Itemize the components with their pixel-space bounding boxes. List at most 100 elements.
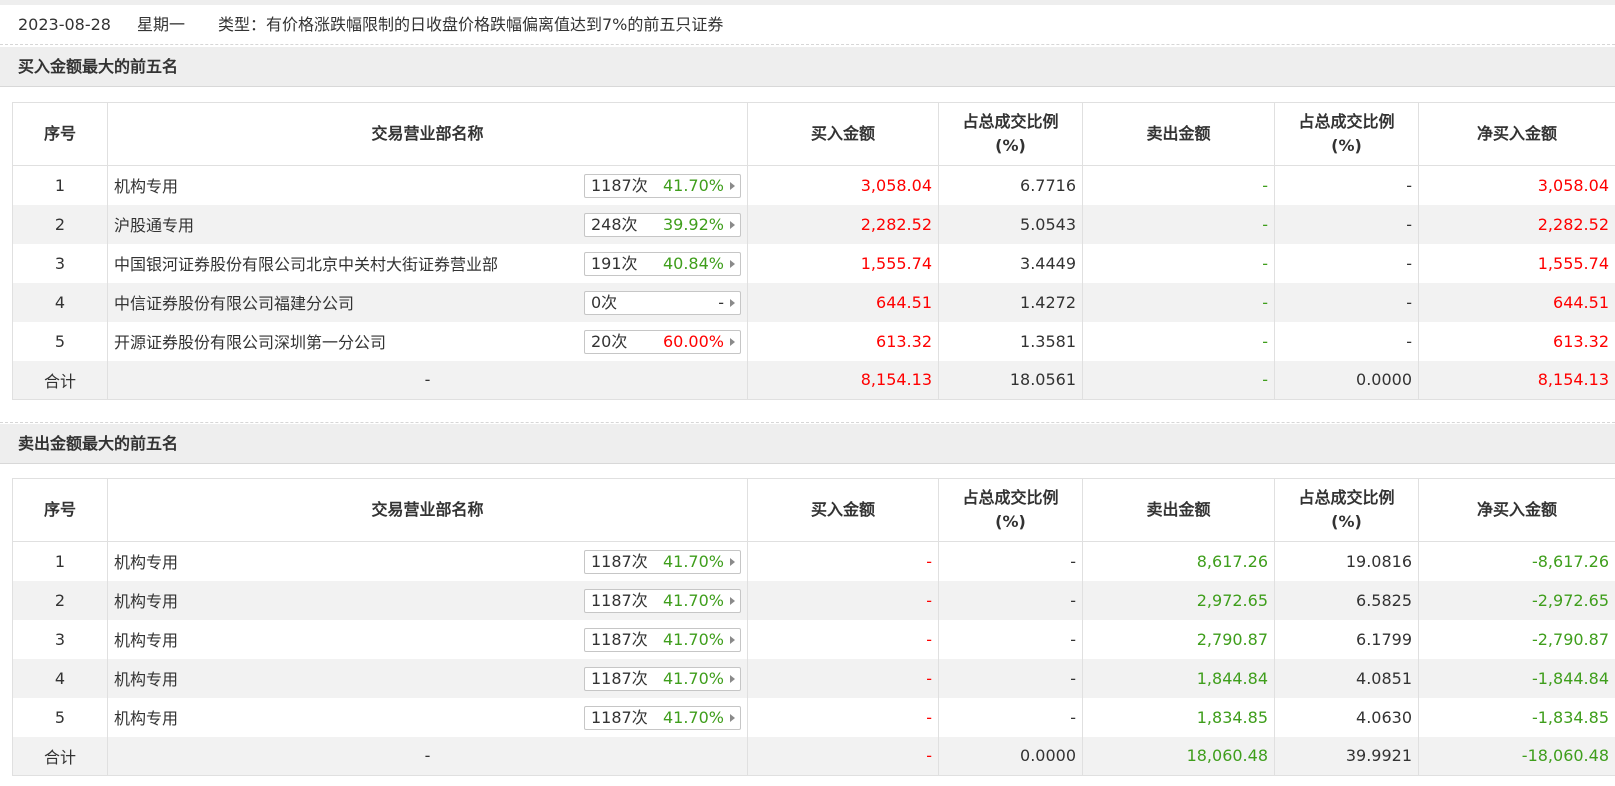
broker-stats-button[interactable]: 1187次 41.70% bbox=[584, 174, 741, 198]
section-divider bbox=[0, 422, 1615, 423]
table-row: 5 机构专用 1187次 41.70% - -1,834.85 4.0630 -1,834.8… bbox=[12, 697, 1615, 737]
broker-name-cell: 沪股通专用 248次 39.92% bbox=[107, 204, 748, 244]
net-amount: -2,972.65 bbox=[1418, 580, 1615, 620]
sell-amount: - bbox=[1082, 321, 1275, 361]
net-amount: 2,282.52 bbox=[1418, 204, 1615, 244]
broker-stats-button[interactable]: 248次 39.92% bbox=[584, 212, 741, 237]
broker-name-cell: 机构专用 1187次 41.70% bbox=[107, 541, 748, 581]
sell-ratio: - bbox=[1274, 243, 1419, 283]
win-rate: 60.00% bbox=[662, 331, 724, 351]
total-name: - bbox=[107, 360, 748, 400]
total-name: - bbox=[107, 736, 748, 776]
col-sell-ratio: 占总成交比例 (%) bbox=[1274, 478, 1419, 542]
col-seq: 序号 bbox=[12, 102, 108, 166]
caret-right-icon bbox=[730, 674, 735, 683]
broker-name-cell: 中信证券股份有限公司福建分公司 0次 - bbox=[107, 282, 748, 322]
broker-name-cell: 中国银河证券股份有限公司北京中关村大街证券营业部 191次 40.84% bbox=[107, 243, 748, 283]
col-sell-ratio: 占总成交比例 (%) bbox=[1274, 102, 1419, 166]
sell-amount: 1,844.84 bbox=[1082, 658, 1275, 698]
buy-amount: 1,555.74 bbox=[747, 243, 939, 283]
col-net: 净买入金额 bbox=[1418, 102, 1615, 166]
sell-amount: 2,790.87 bbox=[1082, 619, 1275, 659]
total-sell: 18,060.48 bbox=[1082, 736, 1275, 776]
sell-amount: - bbox=[1082, 282, 1275, 322]
sell-ratio: - bbox=[1274, 204, 1419, 244]
row-seq: 2 bbox=[12, 204, 108, 244]
buy-ratio: - bbox=[938, 619, 1083, 659]
broker-name-link[interactable]: 机构专用 bbox=[114, 670, 178, 689]
caret-right-icon bbox=[730, 558, 735, 566]
buy-ratio: 3.4449 bbox=[938, 243, 1083, 283]
total-label: 合计 bbox=[12, 360, 108, 400]
total-buy: - bbox=[747, 736, 939, 776]
broker-name-link[interactable]: 沪股通专用 bbox=[114, 216, 194, 235]
col-sell: 卖出金额 bbox=[1082, 102, 1275, 166]
broker-stats-button[interactable]: 1187次 41.70% bbox=[584, 550, 741, 574]
buy-ratio: 1.3581 bbox=[938, 321, 1083, 361]
sell-top5-table: 序号 交易营业部名称 买入金额 占总成交比例 (%) 卖出金额 占总成交比例 (%)… bbox=[12, 478, 1615, 776]
total-sell-ratio: 39.9921 bbox=[1274, 736, 1419, 776]
caret-right-icon bbox=[730, 337, 735, 346]
broker-name-link[interactable]: 机构专用 bbox=[114, 592, 178, 611]
net-amount: -2,790.87 bbox=[1418, 619, 1615, 659]
broker-name-link[interactable]: 开源证券股份有限公司深圳第一分公司 bbox=[114, 333, 386, 352]
broker-name-link[interactable]: 中信证券股份有限公司福建分公司 bbox=[114, 294, 354, 313]
buy-section-title: 买入金额最大的前五名 bbox=[0, 47, 1615, 87]
sell-ratio: 4.0630 bbox=[1274, 697, 1419, 737]
win-rate: 41.70% bbox=[662, 629, 724, 649]
buy-amount: 3,058.04 bbox=[747, 165, 939, 205]
broker-name-link[interactable]: 机构专用 bbox=[114, 553, 178, 572]
broker-stats-button[interactable]: 0次 - bbox=[584, 290, 741, 315]
row-seq: 5 bbox=[12, 697, 108, 737]
weekday: 星期一 bbox=[137, 15, 186, 34]
buy-amount: 613.32 bbox=[747, 321, 939, 361]
total-row: 合计 - -0.0000 18,060.48 39.9921 -18,060.48 bbox=[12, 736, 1615, 776]
listing-count: 1187次 bbox=[591, 590, 648, 610]
sell-ratio: 19.0816 bbox=[1274, 541, 1419, 581]
table-header-row: 序号 交易营业部名称 买入金额 占总成交比例 (%) 卖出金额 占总成交比例 (%)… bbox=[12, 102, 1615, 166]
broker-name-link[interactable]: 机构专用 bbox=[114, 177, 178, 196]
net-amount: -1,844.84 bbox=[1418, 658, 1615, 698]
col-name: 交易营业部名称 bbox=[107, 102, 748, 166]
listing-count: 1187次 bbox=[591, 668, 648, 688]
win-rate: 41.70% bbox=[662, 707, 724, 727]
list-type: 类型：有价格涨跌幅限制的日收盘价格跌幅偏离值达到7%的前五只证券 bbox=[218, 15, 724, 34]
sell-amount: 2,972.65 bbox=[1082, 580, 1275, 620]
broker-stats-button[interactable]: 1187次 41.70% bbox=[584, 705, 741, 730]
sell-ratio: 6.1799 bbox=[1274, 619, 1419, 659]
total-sell-ratio: 0.0000 bbox=[1274, 360, 1419, 400]
net-amount: -8,617.26 bbox=[1418, 541, 1615, 581]
col-buy: 买入金额 bbox=[747, 478, 939, 542]
buy-amount: - bbox=[747, 658, 939, 698]
broker-name-link[interactable]: 机构专用 bbox=[114, 709, 178, 728]
table-row: 1 机构专用 1187次 41.70% 3,058.04 6.7716- -3,058.04 bbox=[12, 165, 1615, 205]
broker-name-cell: 机构专用 1187次 41.70% bbox=[107, 165, 748, 205]
sell-ratio: - bbox=[1274, 165, 1419, 205]
sell-ratio: - bbox=[1274, 321, 1419, 361]
total-row: 合计 -8,154.13 18.0561-0.0000 8,154.13 bbox=[12, 360, 1615, 400]
broker-name-link[interactable]: 机构专用 bbox=[114, 631, 178, 650]
buy-ratio: - bbox=[938, 658, 1083, 698]
broker-stats-button[interactable]: 191次 40.84% bbox=[584, 251, 741, 276]
row-seq: 4 bbox=[12, 282, 108, 322]
caret-right-icon bbox=[730, 182, 735, 190]
row-seq: 1 bbox=[12, 541, 108, 581]
buy-amount: - bbox=[747, 580, 939, 620]
net-amount: 613.32 bbox=[1418, 321, 1615, 361]
broker-name-link[interactable]: 中国银河证券股份有限公司北京中关村大街证券营业部 bbox=[114, 255, 498, 274]
win-rate: 41.70% bbox=[662, 552, 724, 571]
listing-count: 1187次 bbox=[591, 629, 648, 649]
total-net: 8,154.13 bbox=[1418, 360, 1615, 400]
broker-stats-button[interactable]: 1187次 41.70% bbox=[584, 588, 741, 613]
win-rate: 39.92% bbox=[662, 214, 724, 234]
col-sell: 卖出金额 bbox=[1082, 478, 1275, 542]
listing-count: 248次 bbox=[591, 214, 638, 234]
broker-name-cell: 机构专用 1187次 41.70% bbox=[107, 619, 748, 659]
broker-stats-button[interactable]: 20次 60.00% bbox=[584, 329, 741, 354]
row-seq: 4 bbox=[12, 658, 108, 698]
listing-count: 191次 bbox=[591, 253, 638, 273]
broker-name-cell: 机构专用 1187次 41.70% bbox=[107, 697, 748, 737]
broker-stats-button[interactable]: 1187次 41.70% bbox=[584, 627, 741, 652]
sell-amount: - bbox=[1082, 243, 1275, 283]
broker-stats-button[interactable]: 1187次 41.70% bbox=[584, 666, 741, 691]
